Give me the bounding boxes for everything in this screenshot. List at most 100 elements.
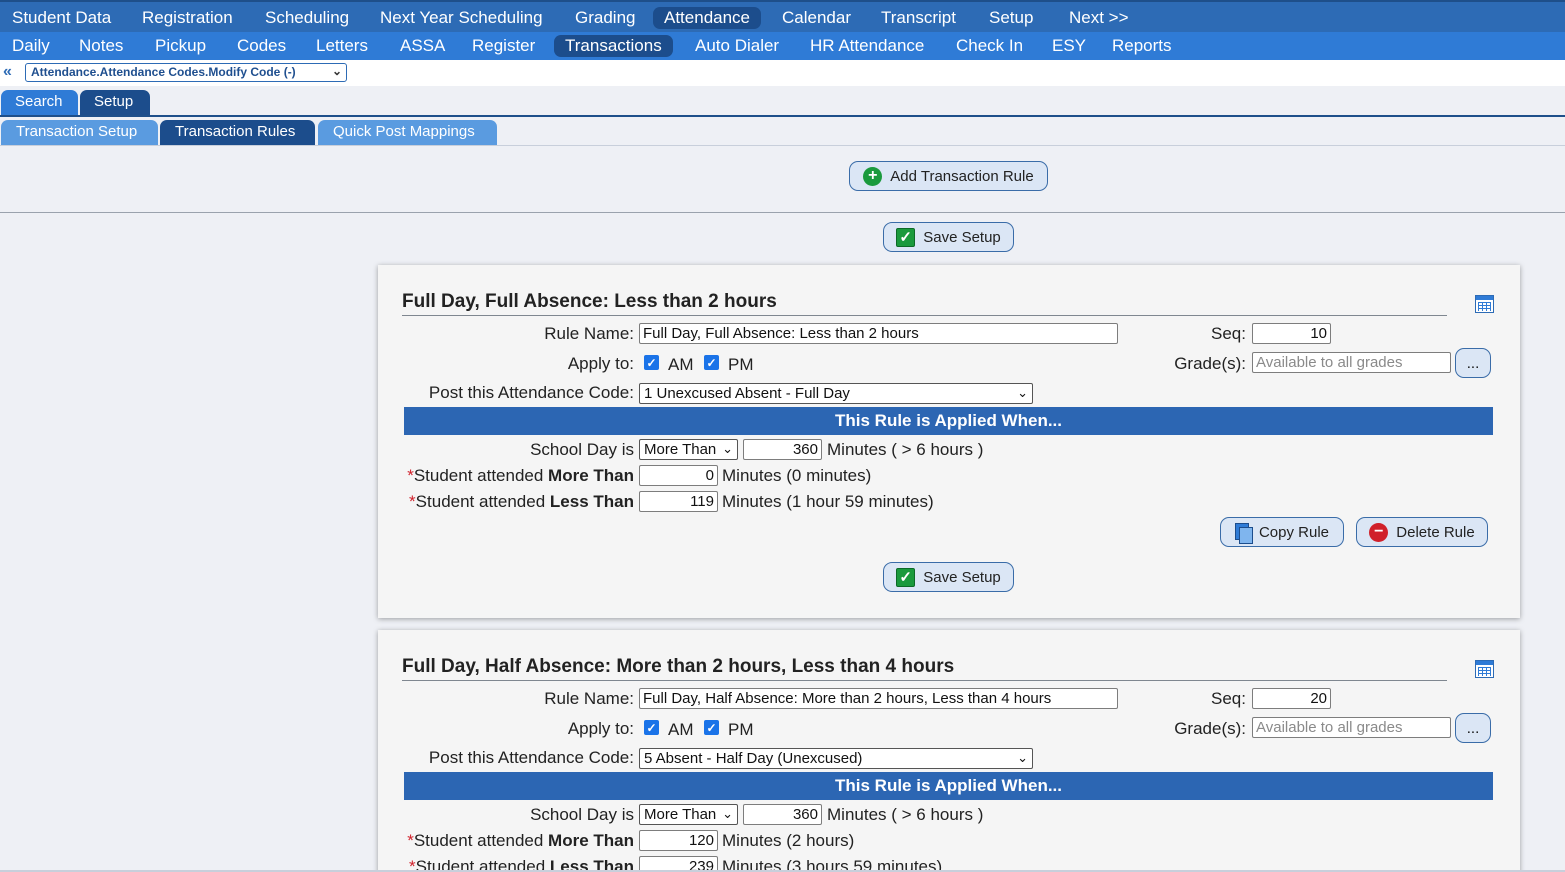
divider xyxy=(0,212,1565,213)
school-day-label: School Day is xyxy=(530,440,634,459)
school-day-operator-value: More Than xyxy=(644,806,717,823)
save-setup-label: Save Setup xyxy=(923,568,1001,586)
subnav-auto-dialer[interactable]: Auto Dialer xyxy=(684,35,790,57)
tab-search[interactable]: Search xyxy=(1,90,78,115)
applied-when-banner: This Rule is Applied When... xyxy=(404,772,1493,800)
subnav-check-in[interactable]: Check In xyxy=(945,35,1034,57)
more-than-minutes-input[interactable]: 0 xyxy=(639,465,718,486)
less-than-text: Less Than xyxy=(549,492,634,511)
school-day-operator-select[interactable]: More Than ⌄ xyxy=(639,439,738,460)
delete-rule-label: Delete Rule xyxy=(1396,523,1475,541)
add-transaction-rule-label: Add Transaction Rule xyxy=(890,167,1034,185)
grades-input[interactable]: Available to all grades xyxy=(1252,717,1451,738)
breadcrumb-select-value: Attendance.Attendance Codes.Modify Code … xyxy=(31,65,296,79)
more-than-desc: Minutes (0 minutes) xyxy=(722,466,872,485)
rule-card: Full Day, Full Absence: Less than 2 hour… xyxy=(378,265,1520,618)
pm-checkbox[interactable]: ✓ xyxy=(704,355,719,370)
rule-name-input[interactable]: Full Day, Half Absence: More than 2 hour… xyxy=(639,688,1118,709)
title-underline xyxy=(402,315,1447,316)
school-day-minutes-input[interactable]: 360 xyxy=(743,804,822,825)
school-day-minutes-input[interactable]: 360 xyxy=(743,439,822,460)
primary-nav: Student Data Registration Scheduling Nex… xyxy=(0,0,1565,32)
pm-checkbox[interactable]: ✓ xyxy=(704,720,719,735)
checkmark-icon: ✓ xyxy=(896,227,916,247)
nav-attendance[interactable]: Attendance xyxy=(653,7,762,29)
more-than-label: *Student attended More Than xyxy=(378,466,634,486)
required-marker: * xyxy=(407,831,414,850)
sub-tabs: Transaction Setup Transaction Rules Quic… xyxy=(0,120,1565,146)
school-day-desc: Minutes ( > 6 hours ) xyxy=(827,805,984,824)
calendar-icon[interactable] xyxy=(1475,660,1494,678)
nav-next-year-scheduling[interactable]: Next Year Scheduling xyxy=(369,7,554,29)
subnav-notes[interactable]: Notes xyxy=(68,35,134,57)
pm-label: PM xyxy=(728,355,754,374)
attendance-code-select[interactable]: 5 Absent - Half Day (Unexcused) ⌄ xyxy=(639,748,1033,769)
subnav-reports[interactable]: Reports xyxy=(1101,35,1183,57)
tab-quick-post-mappings[interactable]: Quick Post Mappings xyxy=(318,120,497,145)
tab-transaction-rules[interactable]: Transaction Rules xyxy=(160,120,315,145)
checkmark-icon: ✓ xyxy=(896,567,916,587)
nav-next[interactable]: Next >> xyxy=(1058,7,1140,29)
tab-setup[interactable]: Setup xyxy=(80,90,150,115)
breadcrumb-select[interactable]: Attendance.Attendance Codes.Modify Code … xyxy=(25,63,347,82)
am-checkbox[interactable]: ✓ xyxy=(644,720,659,735)
school-day-operator-select[interactable]: More Than ⌄ xyxy=(639,804,738,825)
rule-title: Full Day, Full Absence: Less than 2 hour… xyxy=(402,291,777,312)
nav-transcript[interactable]: Transcript xyxy=(870,7,967,29)
less-than-label: *Student attended Less Than xyxy=(378,492,634,512)
apply-to-label: Apply to: xyxy=(567,719,634,738)
secondary-nav: Daily Notes Pickup Codes Letters ASSA Re… xyxy=(0,32,1565,60)
more-than-desc: Minutes (2 hours) xyxy=(722,831,855,850)
chevron-down-icon: ⌄ xyxy=(1017,385,1028,400)
grades-input[interactable]: Available to all grades xyxy=(1252,352,1451,373)
school-day-operator-value: More Than xyxy=(644,441,717,458)
nav-scheduling[interactable]: Scheduling xyxy=(254,7,360,29)
rule-card: Full Day, Half Absence: More than 2 hour… xyxy=(378,630,1520,872)
delete-rule-button[interactable]: − Delete Rule xyxy=(1356,517,1488,547)
seq-input[interactable]: 10 xyxy=(1252,323,1331,344)
add-transaction-rule-button[interactable]: + Add Transaction Rule xyxy=(849,161,1048,191)
subnav-codes[interactable]: Codes xyxy=(226,35,297,57)
required-marker: * xyxy=(409,492,416,511)
subnav-esy[interactable]: ESY xyxy=(1041,35,1097,57)
subnav-transactions[interactable]: Transactions xyxy=(554,35,673,57)
title-underline xyxy=(402,680,1447,681)
subnav-register[interactable]: Register xyxy=(461,35,546,57)
save-setup-button-top[interactable]: ✓ Save Setup xyxy=(883,222,1014,252)
subnav-pickup[interactable]: Pickup xyxy=(144,35,217,57)
save-setup-button[interactable]: ✓ Save Setup xyxy=(883,562,1014,592)
grades-picker-button[interactable]: ... xyxy=(1455,713,1491,743)
more-than-minutes-input[interactable]: 120 xyxy=(639,830,718,851)
rule-name-label: Rule Name: xyxy=(544,324,634,343)
grades-label: Grade(s): xyxy=(1174,719,1246,738)
chevron-down-icon: ⌄ xyxy=(1017,750,1028,765)
nav-grading[interactable]: Grading xyxy=(564,7,646,29)
calendar-icon[interactable] xyxy=(1475,295,1494,313)
copy-rule-button[interactable]: Copy Rule xyxy=(1220,517,1344,547)
seq-input[interactable]: 20 xyxy=(1252,688,1331,709)
post-code-label: Post this Attendance Code: xyxy=(428,748,634,767)
nav-student-data[interactable]: Student Data xyxy=(1,7,122,29)
grades-label: Grade(s): xyxy=(1174,354,1246,373)
pm-label: PM xyxy=(728,720,754,739)
grades-picker-button[interactable]: ... xyxy=(1455,348,1491,378)
chevron-down-icon: ⌄ xyxy=(722,806,733,821)
am-checkbox[interactable]: ✓ xyxy=(644,355,659,370)
school-day-desc: Minutes ( > 6 hours ) xyxy=(827,440,984,459)
save-setup-label: Save Setup xyxy=(923,228,1001,246)
less-than-minutes-input[interactable]: 119 xyxy=(639,491,718,512)
collapse-arrow-icon[interactable]: « xyxy=(3,63,12,81)
tab-transaction-setup[interactable]: Transaction Setup xyxy=(1,120,158,145)
post-code-label: Post this Attendance Code: xyxy=(428,383,634,402)
nav-calendar[interactable]: Calendar xyxy=(771,7,862,29)
subnav-assa[interactable]: ASSA xyxy=(389,35,456,57)
rule-name-input[interactable]: Full Day, Full Absence: Less than 2 hour… xyxy=(639,323,1118,344)
subnav-hr-attendance[interactable]: HR Attendance xyxy=(799,35,935,57)
copy-icon xyxy=(1234,522,1253,544)
attendance-code-select[interactable]: 1 Unexcused Absent - Full Day ⌄ xyxy=(639,383,1033,404)
nav-registration[interactable]: Registration xyxy=(131,7,244,29)
chevron-down-icon: ⌄ xyxy=(331,64,342,78)
nav-setup[interactable]: Setup xyxy=(978,7,1044,29)
subnav-letters[interactable]: Letters xyxy=(305,35,379,57)
subnav-daily[interactable]: Daily xyxy=(1,35,61,57)
